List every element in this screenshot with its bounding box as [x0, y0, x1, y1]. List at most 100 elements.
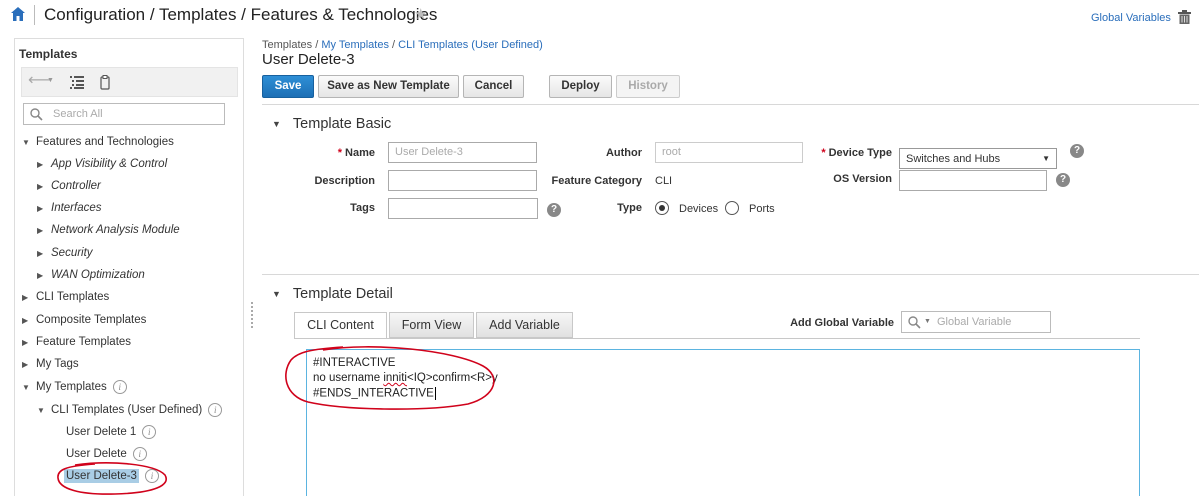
tree-item-label: WAN Optimization [51, 269, 145, 281]
divider [262, 104, 1199, 105]
search-icon [30, 108, 43, 121]
tree-item-feature-templates[interactable]: ▶ Feature Templates [22, 336, 131, 354]
cli-content-editor[interactable]: #INTERACTIVE no username inniti<IQ>confi… [306, 349, 1140, 496]
breadcrumb-my-templates[interactable]: My Templates [321, 39, 389, 51]
type-ports-radio[interactable] [725, 201, 739, 215]
tree-item-cli-templates[interactable]: ▶ CLI Templates [22, 291, 109, 309]
tab-form-view[interactable]: Form View [389, 312, 474, 338]
caret-collapsed-icon[interactable]: ▶ [37, 249, 51, 258]
history-button[interactable]: History [616, 75, 680, 98]
feature-category-label: Feature Category [551, 175, 642, 187]
star-icon[interactable]: ★ [414, 7, 427, 22]
chevron-down-icon[interactable]: ▼ [924, 318, 931, 325]
caret-expanded-icon[interactable]: ▼ [22, 383, 36, 392]
caret-collapsed-icon[interactable]: ▶ [37, 182, 51, 191]
caret-collapsed-icon[interactable]: ▶ [22, 293, 36, 302]
caret-collapsed-icon[interactable]: ▶ [22, 316, 36, 325]
global-variable-placeholder: Global Variable [937, 316, 1012, 328]
section-heading: Template Detail [292, 286, 393, 302]
name-label-text: Name [345, 147, 375, 159]
tree-item-user-delete[interactable]: User Delete i [66, 447, 147, 465]
tree-item-user-delete-1[interactable]: User Delete 1 i [66, 425, 157, 443]
os-version-input[interactable] [899, 170, 1047, 191]
caret-expanded-icon[interactable]: ▼ [37, 406, 51, 415]
cli-line: #INTERACTIVE [313, 357, 396, 369]
save-button[interactable]: Save [262, 75, 314, 98]
caret-collapsed-icon[interactable]: ▶ [22, 360, 36, 369]
name-input[interactable]: User Delete-3 [388, 142, 537, 163]
help-icon[interactable]: ? [547, 203, 561, 217]
tags-input[interactable] [388, 198, 538, 219]
info-icon[interactable]: i [142, 425, 157, 439]
global-variables-link[interactable]: Global Variables [1091, 12, 1171, 24]
tree-item-interfaces[interactable]: ▶ Interfaces [37, 202, 102, 220]
tree-item-controller[interactable]: ▶ Controller [37, 180, 101, 198]
tree-item-network-analysis-module[interactable]: ▶ Network Analysis Module [37, 224, 180, 242]
trash-icon[interactable] [1178, 10, 1191, 24]
tree-item-label: Composite Templates [36, 314, 147, 326]
list-view-icon[interactable] [70, 76, 84, 89]
tree-item-cli-templates-user-defined[interactable]: ▼ CLI Templates (User Defined) i [37, 403, 223, 421]
search-placeholder: Search All [53, 108, 103, 120]
tree-item-wan-optimization[interactable]: ▶ WAN Optimization [37, 269, 145, 287]
home-icon[interactable] [10, 6, 26, 22]
tree-item-my-templates[interactable]: ▼ My Templates i [22, 380, 127, 398]
info-icon[interactable]: i [132, 447, 147, 461]
tab-strip-border [294, 338, 1140, 339]
chevron-down-icon[interactable]: ▼ [47, 77, 54, 84]
tree-item-label-selected: User Delete-3 [64, 469, 139, 483]
search-icon [908, 316, 921, 329]
tree-item-label: Features and Technologies [36, 136, 174, 148]
caret-expanded-icon[interactable]: ▼ [22, 138, 36, 147]
search-input[interactable]: Search All [23, 103, 225, 125]
global-variable-search-input[interactable]: ▼ Global Variable [901, 311, 1051, 333]
description-input[interactable] [388, 170, 537, 191]
clipboard-icon[interactable] [100, 75, 110, 90]
caret-collapsed-icon[interactable]: ▶ [37, 271, 51, 280]
cancel-button[interactable]: Cancel [463, 75, 524, 98]
caret-expanded-icon: ▼ [272, 119, 281, 130]
tab-add-variable[interactable]: Add Variable [476, 312, 573, 338]
caret-collapsed-icon[interactable]: ▶ [37, 226, 51, 235]
author-input: root [655, 142, 803, 163]
tab-cli-content[interactable]: CLI Content [294, 312, 387, 339]
type-ports-label: Ports [749, 203, 775, 215]
caret-collapsed-icon[interactable]: ▶ [37, 204, 51, 213]
panel-title: Templates [19, 47, 78, 61]
breadcrumb-cli-templates[interactable]: CLI Templates (User Defined) [398, 39, 543, 51]
help-icon[interactable]: ? [1056, 173, 1070, 187]
tree-item-features-and-technologies[interactable]: ▼ Features and Technologies [22, 136, 174, 154]
top-bar: Configuration / Templates / Features & T… [0, 0, 1199, 32]
tags-label: Tags [350, 202, 375, 214]
info-icon[interactable]: i [144, 469, 159, 483]
tree-item-my-tags[interactable]: ▶ My Tags [22, 358, 79, 376]
template-detail-section-toggle[interactable]: ▼ Template Detail [272, 286, 393, 302]
caret-expanded-icon: ▼ [272, 289, 281, 300]
panel-splitter-handle[interactable] [249, 300, 255, 340]
add-global-variable-label: Add Global Variable [790, 317, 894, 329]
tree-item-label: User Delete [66, 448, 127, 460]
text-cursor [434, 387, 436, 400]
caret-collapsed-icon[interactable]: ▶ [22, 338, 36, 347]
tree-item-label: Controller [51, 180, 101, 192]
template-basic-section-toggle[interactable]: ▼ Template Basic [272, 116, 391, 132]
description-label: Description [314, 175, 375, 187]
tree-item-security[interactable]: ▶ Security [37, 247, 93, 265]
info-icon[interactable]: i [208, 403, 223, 417]
tree-item-label: User Delete 1 [66, 426, 137, 438]
deploy-button[interactable]: Deploy [549, 75, 612, 98]
save-as-new-template-button[interactable]: Save as New Template [318, 75, 459, 98]
info-icon[interactable]: i [112, 380, 127, 394]
tree-item-label: My Templates [36, 381, 107, 393]
tree-item-app-visibility[interactable]: ▶ App Visibility & Control [37, 158, 167, 176]
divider [262, 274, 1199, 275]
type-devices-radio[interactable] [655, 201, 669, 215]
device-type-label: * Device Type [790, 147, 892, 159]
help-icon[interactable]: ? [1070, 144, 1084, 158]
tree-item-user-delete-3[interactable]: User Delete-3 i [64, 469, 159, 487]
misspelled-word: inniti [383, 372, 407, 384]
caret-collapsed-icon[interactable]: ▶ [37, 160, 51, 169]
device-type-select[interactable]: Switches and Hubs ▼ [899, 148, 1057, 169]
tree-item-composite-templates[interactable]: ▶ Composite Templates [22, 314, 146, 332]
cli-text: no username [313, 372, 384, 384]
